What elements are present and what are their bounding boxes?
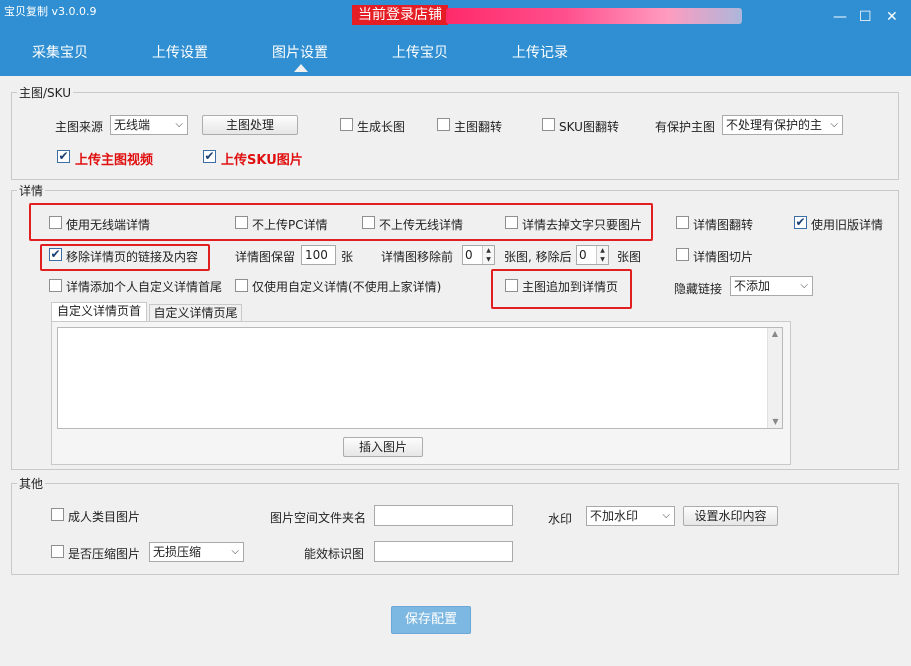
detail-cut-label: 详情图切片 [693,250,754,264]
chevron-down-icon: ⌵ [231,546,239,557]
remove-after-unit: 张图 [617,250,642,264]
use-wireless-checkbox[interactable] [49,216,62,229]
current-shop-label: 当前登录店铺 [352,5,448,25]
chevron-down-icon: ⌵ [830,119,838,130]
sku-flip-label: SKU图翻转 [559,120,619,134]
insert-image-button[interactable]: 插入图片 [343,437,423,457]
textarea-scrollbar[interactable]: ▲ ▼ [767,328,782,428]
save-config-button[interactable]: 保存配置 [391,606,471,634]
use-old-label: 使用旧版详情 [811,218,884,232]
watermark-label: 水印 [548,512,573,526]
upload-sku-checkbox[interactable] [203,150,216,163]
minimize-icon[interactable]: — [833,10,847,24]
hidden-link-select[interactable]: 不添加 ⌵ [730,276,813,296]
chevron-down-icon: ⌵ [175,119,183,130]
no-pc-checkbox[interactable] [235,216,248,229]
folder-input[interactable] [374,505,513,526]
main-image-process-button[interactable]: 主图处理 [202,115,298,135]
group-main-sku-title: 主图/SKU [17,84,73,101]
protect-main-select[interactable]: 不处理有保护的主 ⌵ [722,115,843,135]
watermark-select[interactable]: 不加水印 ⌵ [586,506,675,526]
remove-before-value: 0 [465,248,473,262]
remove-before-label: 详情图移除前 [381,250,454,264]
scroll-down-icon[interactable]: ▼ [768,417,783,426]
tab-upload-items[interactable]: 上传宝贝 [392,42,448,62]
custom-detail-textarea[interactable] [57,327,783,429]
chevron-down-icon: ⌵ [800,280,808,291]
protect-main-value: 不处理有保护的主 [726,118,823,132]
compress-label: 是否压缩图片 [68,547,141,561]
add-custom-checkbox[interactable] [49,279,62,292]
add-custom-label: 详情添加个人自定义详情首尾 [66,280,223,294]
sku-flip-checkbox[interactable] [542,118,555,131]
group-other-title: 其他 [17,475,46,492]
app-title: 宝贝复制 v3.0.0.9 [4,5,97,18]
folder-label: 图片空间文件夹名 [270,511,367,525]
keep-label: 详情图保留 [235,250,296,264]
close-icon[interactable]: ✕ [886,10,898,24]
upload-video-checkbox[interactable] [57,150,70,163]
stepper-arrows-icon[interactable]: ▲ ▼ [596,246,608,264]
keep-unit: 张 [341,250,354,264]
stepper-arrows-icon[interactable]: ▲ ▼ [482,246,494,264]
remove-text-label: 详情去掉文字只要图片 [522,218,643,232]
main-source-select[interactable]: 无线端 ⌵ [110,115,188,135]
remove-links-label: 移除详情页的链接及内容 [66,250,199,264]
watermark-value: 不加水印 [590,509,639,523]
scroll-up-icon[interactable]: ▲ [768,328,782,340]
tab-collect[interactable]: 采集宝贝 [32,42,88,62]
no-pc-label: 不上传PC详情 [252,218,328,232]
append-main-label: 主图追加到详情页 [522,280,619,294]
tab-upload-records[interactable]: 上传记录 [512,42,568,62]
only-custom-checkbox[interactable] [235,279,248,292]
efficacy-label: 能效标识图 [304,547,365,561]
remove-after-value: 0 [579,248,587,262]
upload-video-label: 上传主图视频 [75,153,154,168]
detail-cut-checkbox[interactable] [676,248,689,261]
compress-select[interactable]: 无损压缩 ⌵ [149,542,244,562]
subtab-custom-head[interactable]: 自定义详情页首 [51,302,147,322]
shop-name-redacted [446,8,742,24]
keep-count-input[interactable]: 100 [301,245,336,265]
compress-checkbox[interactable] [51,545,64,558]
no-wireless-checkbox[interactable] [362,216,375,229]
efficacy-input[interactable] [374,541,513,562]
adult-checkbox[interactable] [51,508,64,521]
hidden-link-value: 不添加 [734,279,771,293]
hidden-link-label: 隐藏链接 [674,282,723,296]
gen-long-label: 生成长图 [357,120,406,134]
main-flip-label: 主图翻转 [454,120,503,134]
remove-after-label: 张图, 移除后 [504,250,572,264]
gen-long-checkbox[interactable] [340,118,353,131]
maximize-icon[interactable]: ☐ [859,10,872,24]
no-wireless-label: 不上传无线详情 [379,218,464,232]
protect-main-label: 有保护主图 [655,120,716,134]
group-detail-title: 详情 [17,182,46,199]
remove-before-stepper[interactable]: 0 ▲ ▼ [462,245,495,265]
active-tab-caret-icon [294,64,308,72]
tab-image-settings[interactable]: 图片设置 [272,42,328,62]
detail-flip-checkbox[interactable] [676,216,689,229]
compress-value: 无损压缩 [153,545,202,559]
subtab-custom-tail[interactable]: 自定义详情页尾 [149,304,242,322]
append-main-checkbox[interactable] [505,279,518,292]
only-custom-label: 仅使用自定义详情(不使用上家详情) [252,280,442,294]
use-old-checkbox[interactable] [794,216,807,229]
remove-text-checkbox[interactable] [505,216,518,229]
detail-flip-label: 详情图翻转 [693,218,754,232]
tab-upload-settings[interactable]: 上传设置 [152,42,208,62]
upload-sku-label: 上传SKU图片 [221,153,303,168]
chevron-down-icon: ⌵ [662,510,670,521]
use-wireless-label: 使用无线端详情 [66,218,151,232]
main-source-value: 无线端 [114,118,151,132]
remove-after-stepper[interactable]: 0 ▲ ▼ [576,245,609,265]
watermark-settings-button[interactable]: 设置水印内容 [683,506,778,526]
main-source-label: 主图来源 [55,120,104,134]
remove-links-checkbox[interactable] [49,248,62,261]
adult-label: 成人类目图片 [68,510,141,524]
main-flip-checkbox[interactable] [437,118,450,131]
